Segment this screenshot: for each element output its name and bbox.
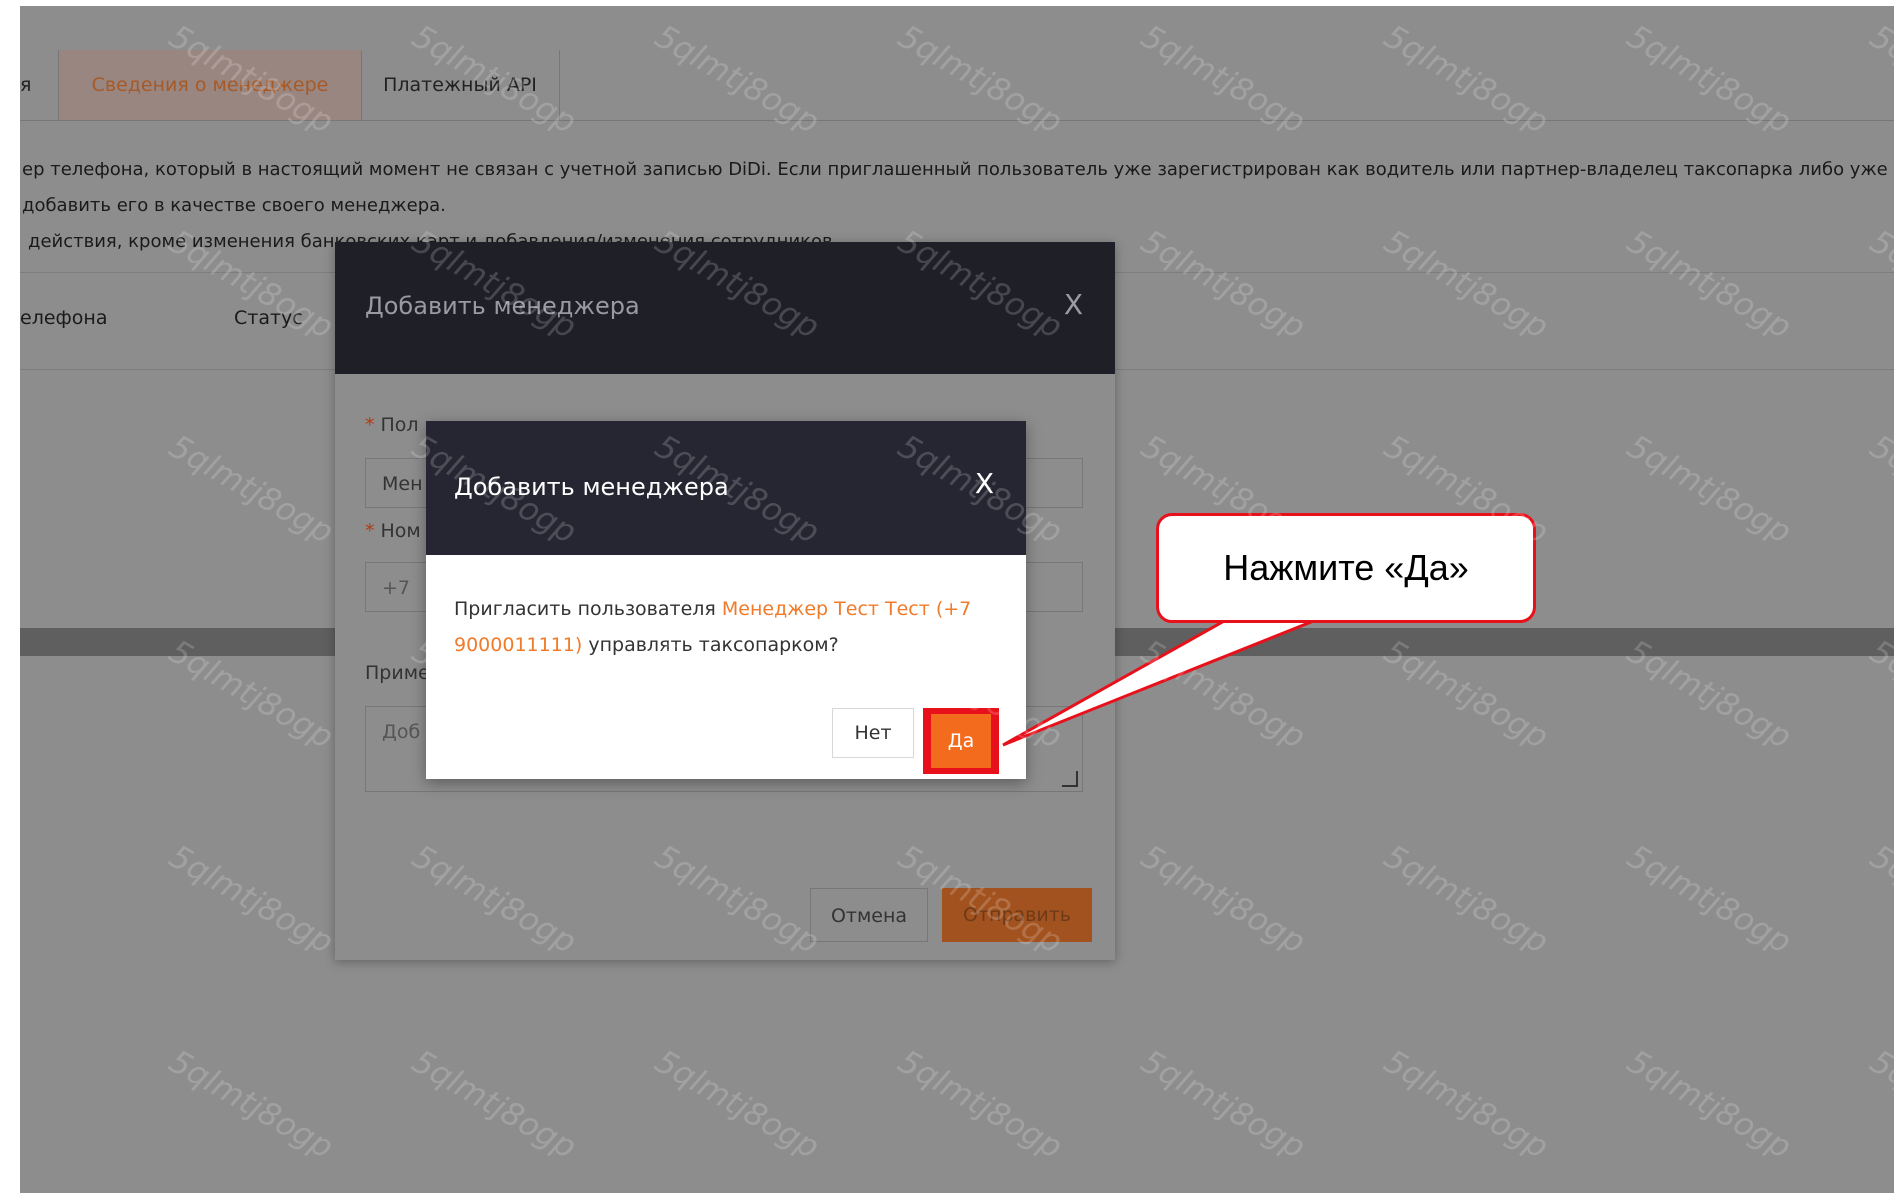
required-asterisk: *	[365, 520, 375, 542]
dialog-header: Добавить менеджера X	[335, 242, 1115, 374]
left-margin	[0, 0, 20, 1193]
manager-phone-highlight: 9000011111)	[454, 634, 583, 656]
manager-name-highlight: Менеджер Тест Тест (+7	[721, 598, 972, 620]
info-line-1: ер телефона, который в настоящий момент …	[22, 159, 1888, 180]
callout-text: Нажмите «Да»	[1223, 547, 1469, 588]
column-phone: елефона	[20, 307, 108, 329]
field-name-label: * Пол	[365, 414, 419, 436]
submit-button[interactable]: Отправить	[942, 888, 1092, 942]
cancel-button[interactable]: Отмена	[810, 888, 928, 942]
tab-payment-api[interactable]: Платежный API	[361, 50, 560, 120]
top-strip	[20, 0, 1894, 6]
confirm-close-icon[interactable]: X	[975, 467, 994, 500]
resize-handle-icon[interactable]	[1062, 771, 1078, 787]
instruction-callout: Нажмите «Да»	[1156, 513, 1536, 623]
confirm-title: Добавить менеджера	[454, 473, 729, 501]
tab-manager-info[interactable]: Сведения о менеджере	[58, 50, 362, 120]
field-phone-label: * Ном	[365, 520, 421, 542]
tab-partial[interactable]: я	[20, 50, 60, 120]
confirm-header: Добавить менеджера X	[426, 421, 1026, 555]
confirm-dialog: Добавить менеджера X Пригласить пользова…	[426, 421, 1026, 779]
info-line-2: добавить его в качестве своего менеджера…	[22, 195, 446, 216]
dialog-title: Добавить менеджера	[365, 292, 640, 320]
close-icon[interactable]: X	[1064, 288, 1083, 321]
yes-button[interactable]: Да	[931, 714, 991, 768]
tab-bar: я Сведения о менеджере Платежный API	[20, 50, 1894, 121]
notes-label: Приме	[365, 662, 430, 684]
no-button[interactable]: Нет	[832, 708, 914, 758]
confirm-message: Пригласить пользователя Менеджер Тест Те…	[454, 598, 972, 656]
column-status: Статус	[234, 307, 303, 329]
required-asterisk: *	[365, 414, 375, 436]
